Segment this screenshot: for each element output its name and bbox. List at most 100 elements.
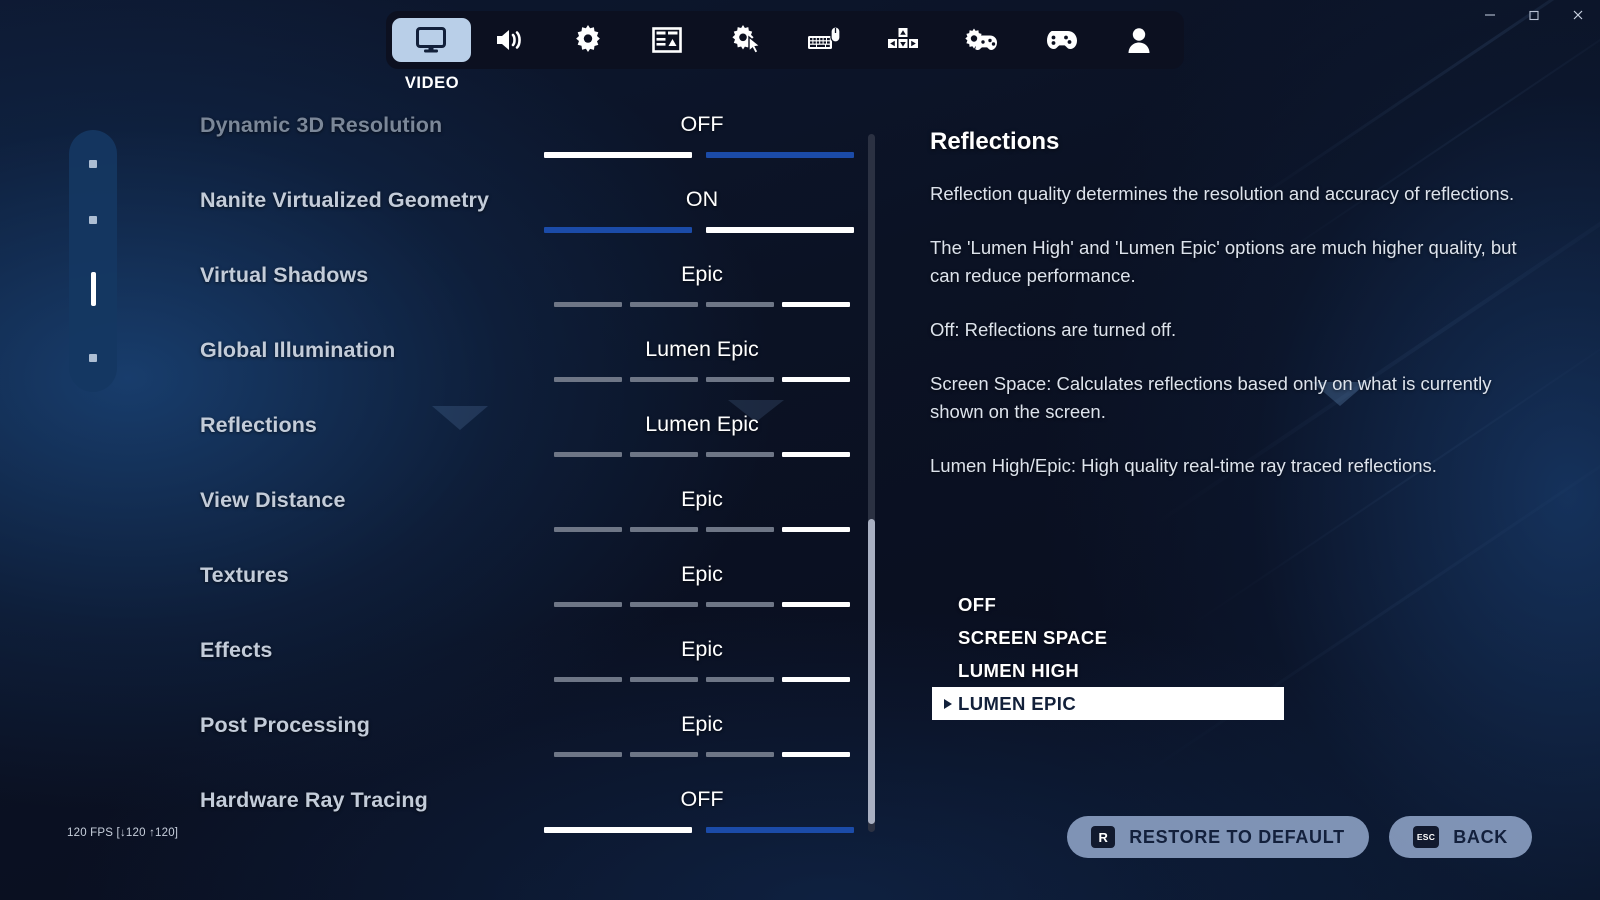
- hud-layout-icon: [652, 27, 682, 53]
- slider-segment[interactable]: [554, 602, 622, 607]
- slider-segment[interactable]: [706, 527, 774, 532]
- setting-slider[interactable]: [554, 527, 850, 532]
- setting-value: Epic: [681, 562, 723, 586]
- option-item[interactable]: LUMEN HIGH: [932, 654, 1284, 687]
- tab-movement[interactable]: [864, 18, 943, 62]
- fps-counter: 120 FPS [↓120 ↑120]: [67, 827, 179, 839]
- setting-slider[interactable]: [554, 677, 850, 682]
- setting-label: Post Processing: [200, 713, 370, 737]
- tab-accessibility[interactable]: [706, 18, 785, 62]
- slider-segment[interactable]: [544, 152, 692, 158]
- page-indicator-dot[interactable]: [89, 354, 97, 362]
- tab-keyboard-mouse[interactable]: [785, 18, 864, 62]
- setting-value: Lumen Epic: [645, 412, 759, 436]
- setting-row[interactable]: Virtual Shadows Epic: [182, 250, 854, 325]
- slider-segment[interactable]: [706, 152, 854, 158]
- slider-segment[interactable]: [706, 827, 854, 833]
- slider-segment[interactable]: [706, 452, 774, 457]
- setting-row[interactable]: Global Illumination Lumen Epic: [182, 325, 854, 400]
- setting-value: ON: [685, 187, 719, 211]
- setting-slider[interactable]: [554, 377, 850, 382]
- slider-segment[interactable]: [554, 377, 622, 382]
- page-indicator-dot[interactable]: [90, 272, 96, 306]
- setting-row[interactable]: Nanite Virtualized Geometry ON: [182, 175, 854, 250]
- option-label: OFF: [958, 593, 997, 615]
- setting-label: Nanite Virtualized Geometry: [200, 188, 490, 212]
- minimize-icon[interactable]: [1468, 0, 1512, 30]
- tab-audio[interactable]: [471, 18, 550, 62]
- tab-account[interactable]: [1099, 18, 1178, 62]
- tab-game[interactable]: [549, 18, 628, 62]
- setting-row[interactable]: Reflections Lumen Epic: [182, 400, 854, 475]
- slider-segment[interactable]: [544, 227, 692, 233]
- speaker-icon: [494, 27, 526, 53]
- setting-row[interactable]: Hardware Ray Tracing OFF: [182, 775, 854, 850]
- slider-segment[interactable]: [782, 752, 850, 757]
- tab-video[interactable]: [392, 18, 471, 62]
- page-indicator-dot[interactable]: [89, 160, 97, 168]
- option-item[interactable]: LUMEN EPIC: [932, 687, 1284, 720]
- slider-segment[interactable]: [630, 677, 698, 682]
- tab-controller-config[interactable]: [942, 18, 1021, 62]
- setting-slider[interactable]: [544, 152, 854, 158]
- close-icon[interactable]: [1556, 0, 1600, 30]
- slider-segment[interactable]: [630, 377, 698, 382]
- slider-segment[interactable]: [630, 752, 698, 757]
- setting-value: OFF: [680, 112, 724, 136]
- slider-segment[interactable]: [554, 527, 622, 532]
- slider-segment[interactable]: [554, 752, 622, 757]
- setting-row[interactable]: Textures Epic: [182, 550, 854, 625]
- option-label: LUMEN EPIC: [958, 692, 1077, 714]
- setting-row[interactable]: View Distance Epic: [182, 475, 854, 550]
- slider-segment[interactable]: [782, 527, 850, 532]
- setting-slider[interactable]: [544, 827, 854, 833]
- setting-slider[interactable]: [554, 302, 850, 307]
- setting-slider[interactable]: [554, 752, 850, 757]
- setting-row[interactable]: Post Processing Epic: [182, 700, 854, 775]
- slider-segment[interactable]: [554, 302, 622, 307]
- slider-segment[interactable]: [782, 452, 850, 457]
- option-item[interactable]: SCREEN SPACE: [932, 621, 1284, 654]
- setting-row[interactable]: Dynamic 3D Resolution OFF: [182, 100, 854, 175]
- slider-segment[interactable]: [706, 677, 774, 682]
- slider-segment[interactable]: [630, 452, 698, 457]
- slider-segment[interactable]: [706, 602, 774, 607]
- gear-icon: [573, 25, 603, 55]
- tab-controller[interactable]: [1021, 18, 1100, 62]
- settings-scrollbar-thumb[interactable]: [868, 519, 875, 824]
- slider-segment[interactable]: [554, 677, 622, 682]
- setting-slider[interactable]: [554, 602, 850, 607]
- slider-segment[interactable]: [630, 602, 698, 607]
- info-description: Reflection quality determines the resolu…: [930, 180, 1530, 480]
- back-button[interactable]: ESC BACK: [1388, 816, 1532, 858]
- setting-label: Textures: [200, 563, 289, 587]
- slider-segment[interactable]: [782, 602, 850, 607]
- slider-segment[interactable]: [554, 452, 622, 457]
- setting-slider[interactable]: [554, 452, 850, 457]
- window-controls: [1468, 0, 1600, 30]
- setting-row[interactable]: Effects Epic: [182, 625, 854, 700]
- restore-to-default-button[interactable]: R RESTORE TO DEFAULT: [1067, 816, 1369, 858]
- page-indicator-dot[interactable]: [89, 216, 97, 224]
- setting-label: Hardware Ray Tracing: [200, 788, 428, 812]
- option-item[interactable]: OFF: [932, 588, 1284, 621]
- setting-label: Effects: [200, 638, 273, 662]
- slider-segment[interactable]: [630, 302, 698, 307]
- slider-segment[interactable]: [706, 302, 774, 307]
- settings-scrollbar-track[interactable]: [868, 134, 875, 832]
- account-icon: [1127, 27, 1151, 53]
- slider-segment[interactable]: [782, 377, 850, 382]
- tab-hud-layout[interactable]: [628, 18, 707, 62]
- slider-segment[interactable]: [782, 302, 850, 307]
- setting-label: Global Illumination: [200, 338, 396, 362]
- slider-segment[interactable]: [782, 677, 850, 682]
- page-indicator-nav[interactable]: [69, 130, 117, 392]
- maximize-icon[interactable]: [1512, 0, 1556, 30]
- slider-segment[interactable]: [630, 527, 698, 532]
- slider-segment[interactable]: [706, 377, 774, 382]
- setting-slider[interactable]: [544, 227, 854, 233]
- slider-segment[interactable]: [706, 752, 774, 757]
- option-list: OFF SCREEN SPACE LUMEN HIGH LUMEN EPIC: [932, 588, 1284, 720]
- slider-segment[interactable]: [706, 227, 854, 233]
- slider-segment[interactable]: [544, 827, 692, 833]
